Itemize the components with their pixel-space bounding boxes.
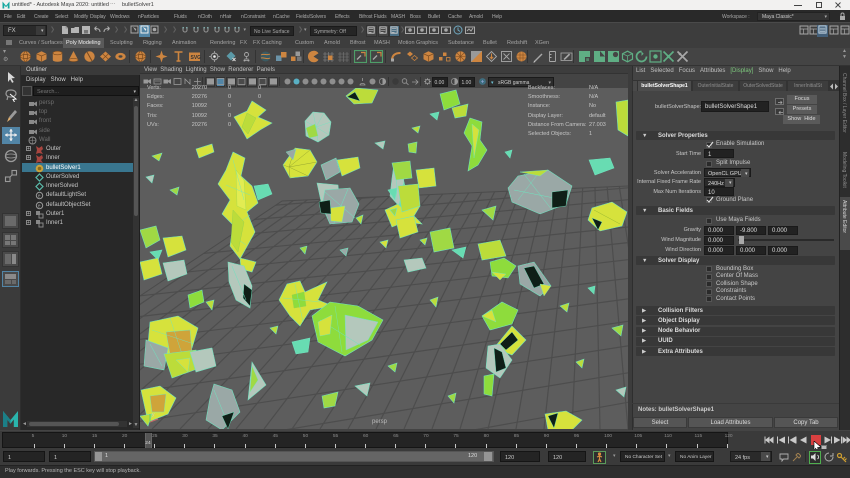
- svg-text:y: y: [152, 412, 155, 418]
- svg-text:e: e: [38, 203, 41, 209]
- svg-text:SVG: SVG: [191, 55, 202, 61]
- svg-text:e: e: [38, 194, 41, 200]
